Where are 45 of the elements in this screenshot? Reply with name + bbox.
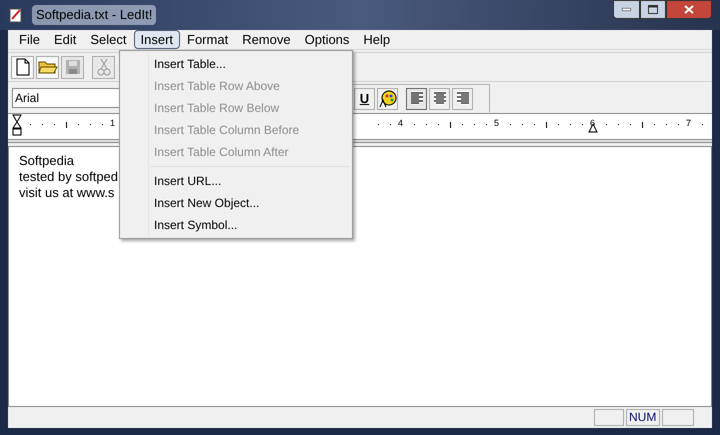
num-lock-indicator: NUM: [626, 409, 660, 426]
restore-icon: [648, 5, 658, 14]
align-right-icon: [456, 92, 470, 105]
menu-item[interactable]: Insert: [134, 30, 180, 49]
menu-item[interactable]: Edit: [46, 30, 84, 49]
menu-entry[interactable]: Insert Table...: [120, 53, 352, 75]
status-pane: [662, 409, 694, 426]
menu-entry[interactable]: Insert New Object...: [120, 192, 352, 214]
align-left-icon: [410, 92, 424, 105]
window-title: Softpedia.txt - LedIt!: [32, 5, 156, 25]
scissors-icon: [96, 58, 110, 76]
toolbar-button[interactable]: [11, 56, 34, 78]
menu-item[interactable]: File: [12, 30, 47, 49]
document-text-line: tested by softped: [19, 169, 118, 185]
minimize-button[interactable]: [613, 0, 640, 19]
close-button[interactable]: [666, 0, 712, 19]
menu-item[interactable]: Options: [298, 30, 356, 49]
align-button[interactable]: [429, 88, 450, 110]
menu-item[interactable]: Select: [83, 30, 134, 49]
close-icon: [684, 5, 694, 14]
menu-entry[interactable]: Insert Symbol...: [120, 214, 352, 236]
align-center-icon: [432, 92, 446, 105]
notepad-icon: [8, 7, 24, 23]
align-button[interactable]: [406, 88, 427, 110]
toolbar-button[interactable]: [36, 56, 59, 78]
new-document-icon: [14, 58, 30, 76]
menu-item[interactable]: Help: [356, 30, 398, 49]
maximize-button[interactable]: [640, 0, 666, 19]
right-margin-marker-icon: [588, 124, 598, 133]
folder-icon: [38, 59, 58, 75]
text-color-button[interactable]: [377, 88, 398, 110]
status-pane: [594, 409, 624, 426]
ruler-number: 4: [398, 118, 404, 128]
menu-item[interactable]: Format: [180, 30, 236, 49]
underline-button[interactable]: U: [354, 88, 375, 110]
color-palette-icon: [378, 90, 396, 108]
document-text-line: Softpedia: [19, 153, 74, 169]
ruler-number: 7: [686, 118, 692, 128]
ruler-number: 5: [494, 118, 500, 128]
menu-item[interactable]: Remove: [235, 30, 298, 49]
document-text-line: visit us at www.s: [19, 185, 114, 201]
minimize-icon: [622, 8, 631, 11]
align-button[interactable]: [452, 88, 473, 110]
menu-entry[interactable]: Insert URL...: [120, 170, 352, 192]
ruler-number: 1: [110, 118, 116, 128]
